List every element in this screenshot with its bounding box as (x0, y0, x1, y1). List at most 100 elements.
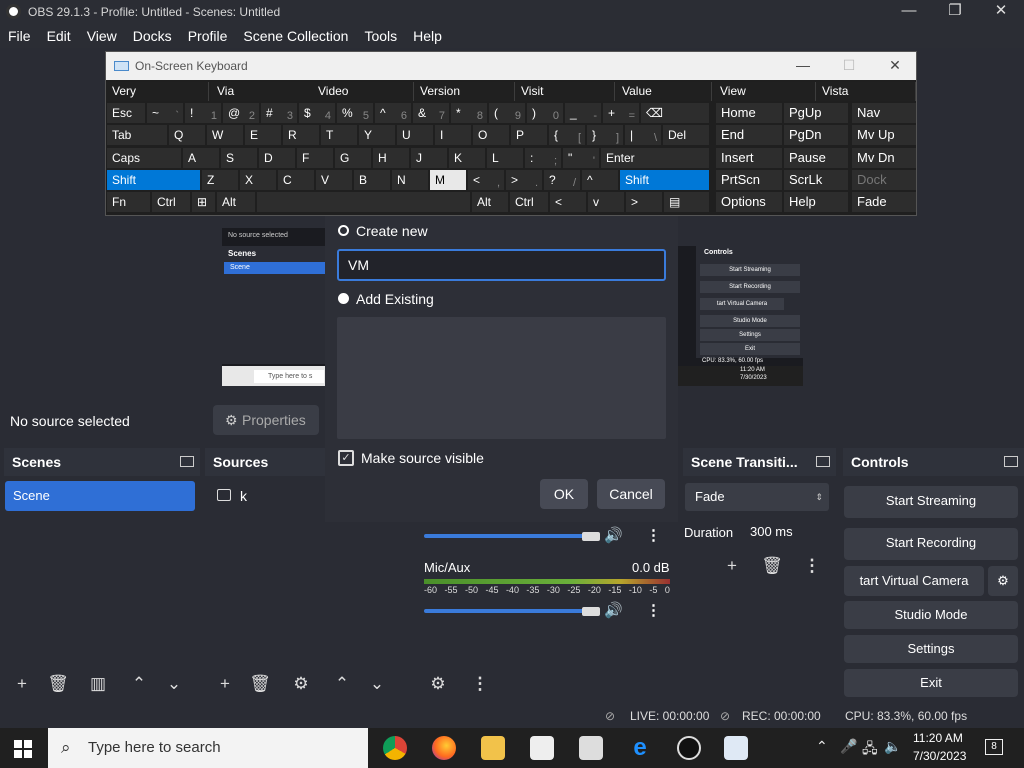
keyboard-key[interactable]: N (392, 170, 428, 190)
keyboard-key[interactable]: ⌫ (641, 103, 709, 123)
keyboard-key[interactable]: Ctrl (152, 192, 190, 212)
keyboard-key[interactable]: * 8 (451, 103, 487, 123)
keyboard-key[interactable]: P (511, 125, 547, 145)
source-name-input[interactable]: VM (337, 249, 666, 281)
keyboard-nav-key[interactable]: Mv Dn (852, 148, 916, 168)
word-prediction[interactable]: Value (616, 82, 712, 101)
keyboard-key[interactable]: ) 0 (527, 103, 563, 123)
keyboard-key[interactable]: K (449, 148, 485, 168)
keyboard-key[interactable]: ! 1 (185, 103, 221, 123)
close-button[interactable]: ✕ (978, 0, 1024, 24)
taskbar-search-box[interactable]: ⌕ Type here to search (48, 728, 368, 768)
keyboard-key[interactable]: E (245, 125, 281, 145)
osk-minimize-button[interactable]: — (780, 52, 826, 80)
start-virtual-camera-button[interactable]: tart Virtual Camera (844, 566, 984, 596)
speaker-icon[interactable]: 🔊 (604, 526, 623, 544)
menu-scene-collection[interactable]: Scene Collection (235, 28, 356, 44)
menu-help[interactable]: Help (405, 28, 450, 44)
keyboard-key[interactable]: >. (506, 170, 542, 190)
undock-icon[interactable] (816, 456, 830, 467)
keyboard-key[interactable]: Alt (472, 192, 508, 212)
move-down-button[interactable]: ⌄ (162, 672, 186, 696)
add-existing-radio[interactable] (338, 293, 349, 304)
menu-edit[interactable]: Edit (39, 28, 79, 44)
internet-explorer-icon[interactable]: e (628, 736, 652, 760)
keyboard-key[interactable]: }] (587, 125, 623, 145)
keyboard-key[interactable]: $4 (299, 103, 335, 123)
menu-view[interactable]: View (79, 28, 125, 44)
chevron-up-icon[interactable]: ⌃ (816, 738, 828, 755)
keyboard-key[interactable]: v (588, 192, 624, 212)
filter-icon[interactable]: ▥ (86, 672, 110, 696)
obs-icon[interactable] (677, 736, 701, 760)
keyboard-key[interactable]: > (626, 192, 662, 212)
keyboard-key[interactable]: Ctrl (510, 192, 548, 212)
network-icon[interactable]: 🖧 (862, 738, 878, 762)
keyboard-key[interactable]: % 5 (337, 103, 373, 123)
keyboard-key[interactable]: D (259, 148, 295, 168)
keyboard-nav-key[interactable]: PrtScn (716, 170, 782, 190)
menu-docks[interactable]: Docks (125, 28, 180, 44)
keyboard-key[interactable]: Del (663, 125, 709, 145)
keyboard-nav-key[interactable]: PgDn (784, 125, 848, 145)
keyboard-key[interactable]: G (335, 148, 371, 168)
keyboard-key[interactable]: T (321, 125, 357, 145)
trash-icon[interactable]: 🗑 (46, 672, 70, 696)
undock-icon[interactable] (1004, 456, 1018, 467)
volume-knob[interactable] (582, 607, 600, 616)
word-prediction[interactable]: Video (312, 82, 414, 101)
keyboard-key[interactable]: M (430, 170, 466, 190)
keyboard-nav-key[interactable]: Mv Up (852, 125, 916, 145)
keyboard-key[interactable]: F (297, 148, 333, 168)
keyboard-key[interactable]: Shift (620, 170, 709, 190)
keyboard-key[interactable]: @2 (223, 103, 259, 123)
keyboard-key[interactable]: W (207, 125, 243, 145)
keyboard-key[interactable]: Caps (107, 148, 181, 168)
clock-date[interactable]: 7/30/2023 (913, 749, 966, 763)
word-prediction[interactable]: View (714, 82, 816, 101)
chrome-icon[interactable] (383, 736, 407, 760)
scene-item[interactable]: Scene (5, 481, 195, 511)
move-up-button[interactable]: ⌃ (330, 672, 354, 696)
file-explorer-icon[interactable] (481, 736, 505, 760)
mixer-settings-icon[interactable]: ⚙ (426, 672, 450, 696)
keyboard-key[interactable]: :; (525, 148, 561, 168)
keyboard-nav-key[interactable]: ScrLk (784, 170, 848, 190)
firefox-icon[interactable] (432, 736, 456, 760)
duration-input[interactable]: 300 ms (742, 518, 826, 546)
maximize-button[interactable]: ❐ (932, 0, 978, 24)
osk-close-button[interactable]: ✕ (872, 52, 918, 80)
keyboard-key[interactable]: C (278, 170, 314, 190)
keyboard-key[interactable] (257, 192, 470, 212)
keyboard-key[interactable]: ▤ (664, 192, 709, 212)
keyboard-key[interactable]: Esc (107, 103, 145, 123)
keyboard-key[interactable]: _ - (565, 103, 601, 123)
volume-slider[interactable] (424, 534, 592, 538)
menu-file[interactable]: File (0, 28, 39, 44)
keyboard-nav-key[interactable]: Home (716, 103, 782, 123)
gear-icon[interactable]: ⚙ (988, 566, 1018, 596)
word-prediction[interactable]: Via (211, 82, 314, 101)
keyboard-key[interactable]: V (316, 170, 352, 190)
keyboard-key[interactable]: (9 (489, 103, 525, 123)
keyboard-key[interactable]: O (473, 125, 509, 145)
video-editor-icon[interactable] (579, 736, 603, 760)
start-recording-button[interactable]: Start Recording (844, 528, 1018, 560)
speaker-icon[interactable]: 🔊 (604, 601, 623, 619)
add-scene-button[interactable]: + (10, 672, 34, 696)
keyboard-key[interactable]: Q (169, 125, 205, 145)
more-icon[interactable]: ⋮ (646, 526, 661, 544)
keyboard-key[interactable]: Enter (601, 148, 709, 168)
word-prediction[interactable]: Very (106, 82, 209, 101)
add-source-button[interactable]: + (213, 672, 237, 696)
keyboard-nav-key[interactable]: PgUp (784, 103, 848, 123)
keyboard-nav-key[interactable]: End (716, 125, 782, 145)
keyboard-key[interactable]: I (435, 125, 471, 145)
exit-button[interactable]: Exit (844, 669, 1018, 697)
trash-icon[interactable]: 🗑 (248, 672, 272, 696)
move-down-button[interactable]: ⌄ (365, 672, 389, 696)
keyboard-nav-key[interactable]: Insert (716, 148, 782, 168)
volume-icon[interactable]: 🔈 (884, 738, 901, 755)
properties-button[interactable]: ⚙ Properties (213, 405, 319, 435)
keyboard-key[interactable]: ^ 6 (375, 103, 411, 123)
